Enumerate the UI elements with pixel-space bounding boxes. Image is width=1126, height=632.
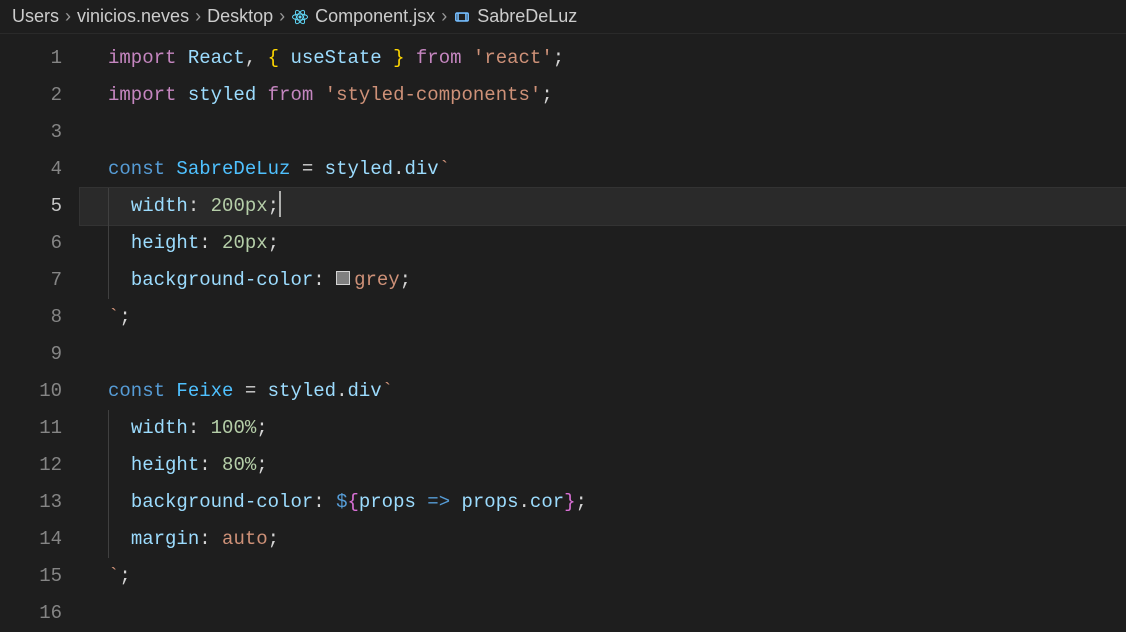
line-number: 7 <box>0 262 62 299</box>
react-icon <box>291 8 309 26</box>
line-number-gutter: 1 2 3 4 5 6 7 8 9 10 11 12 13 14 15 16 <box>0 34 80 629</box>
chevron-right-icon: › <box>441 6 447 27</box>
chevron-right-icon: › <box>279 6 285 27</box>
code-line[interactable]: `; <box>80 558 1126 595</box>
line-number: 1 <box>0 40 62 77</box>
chevron-right-icon: › <box>65 6 71 27</box>
code-line[interactable]: import styled from 'styled-components'; <box>80 77 1126 114</box>
code-line[interactable] <box>80 114 1126 151</box>
line-number: 5 <box>0 188 62 225</box>
crumb-desktop[interactable]: Desktop <box>207 6 273 27</box>
crumb-label: Users <box>12 6 59 27</box>
chevron-right-icon: › <box>195 6 201 27</box>
line-number: 9 <box>0 336 62 373</box>
code-line[interactable]: margin: auto; <box>80 521 1126 558</box>
crumb-symbol[interactable]: SabreDeLuz <box>453 6 577 27</box>
code-line[interactable]: const SabreDeLuz = styled.div` <box>80 151 1126 188</box>
code-line[interactable]: background-color: ${props => props.cor}; <box>80 484 1126 521</box>
symbol-variable-icon <box>453 8 471 26</box>
code-line[interactable]: height: 80%; <box>80 447 1126 484</box>
code-editor[interactable]: 1 2 3 4 5 6 7 8 9 10 11 12 13 14 15 16 i… <box>0 34 1126 629</box>
code-line[interactable]: background-color: grey; <box>80 262 1126 299</box>
line-number: 2 <box>0 77 62 114</box>
code-line[interactable] <box>80 595 1126 632</box>
code-line[interactable]: `; <box>80 299 1126 336</box>
line-number: 12 <box>0 447 62 484</box>
line-number: 13 <box>0 484 62 521</box>
color-swatch-icon[interactable] <box>336 271 350 285</box>
line-number: 14 <box>0 521 62 558</box>
crumb-label: Desktop <box>207 6 273 27</box>
crumb-user[interactable]: vinicios.neves <box>77 6 189 27</box>
line-number: 8 <box>0 299 62 336</box>
line-number: 11 <box>0 410 62 447</box>
line-number: 16 <box>0 595 62 632</box>
line-number: 4 <box>0 151 62 188</box>
code-line[interactable]: const Feixe = styled.div` <box>80 373 1126 410</box>
code-line[interactable] <box>80 336 1126 373</box>
code-line[interactable]: height: 20px; <box>80 225 1126 262</box>
crumb-label: SabreDeLuz <box>477 6 577 27</box>
code-line[interactable]: width: 100%; <box>80 410 1126 447</box>
line-number: 10 <box>0 373 62 410</box>
breadcrumb[interactable]: Users › vinicios.neves › Desktop › Compo… <box>0 0 1126 34</box>
crumb-users[interactable]: Users <box>12 6 59 27</box>
code-line-active[interactable]: width: 200px; <box>80 188 1126 225</box>
crumb-label: Component.jsx <box>315 6 435 27</box>
line-number: 3 <box>0 114 62 151</box>
crumb-file[interactable]: Component.jsx <box>291 6 435 27</box>
code-line[interactable]: import React, { useState } from 'react'; <box>80 40 1126 77</box>
text-cursor <box>279 191 281 217</box>
line-number: 6 <box>0 225 62 262</box>
code-area[interactable]: import React, { useState } from 'react';… <box>80 34 1126 629</box>
crumb-label: vinicios.neves <box>77 6 189 27</box>
line-number: 15 <box>0 558 62 595</box>
